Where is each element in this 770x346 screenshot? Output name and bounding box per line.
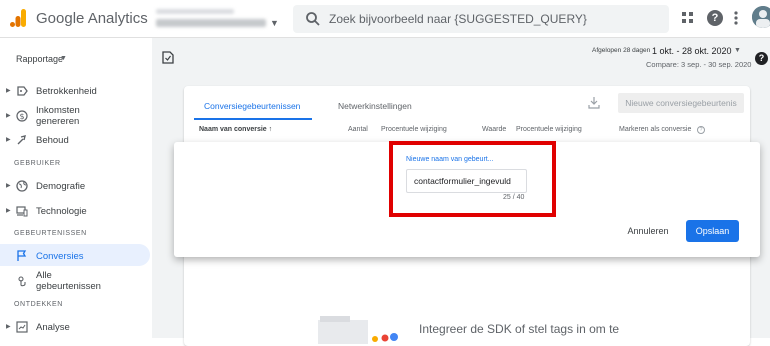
tab-conversiegebeurtenissen[interactable]: Conversiegebeurtenissen: [204, 101, 300, 111]
compare-date-range: Compare: 3 sep. - 30 sep. 2020: [646, 60, 752, 69]
apps-icon[interactable]: [682, 12, 694, 24]
analysis-icon: [16, 321, 28, 333]
column-header-value[interactable]: Waarde: [482, 126, 506, 133]
devices-icon: [16, 206, 28, 217]
sidebar-item-behoud[interactable]: ▶ Behoud: [0, 133, 150, 147]
search-icon: [306, 12, 320, 26]
column-header-count[interactable]: Aantal: [348, 126, 368, 133]
retention-icon: [17, 135, 26, 145]
new-conversion-event-button[interactable]: Nieuwe conversiegebeurtenis: [618, 93, 744, 113]
section-title-gebeurtenissen: GEBEURTENISSEN: [14, 230, 87, 237]
section-title-gebruiker: GEBRUIKER: [14, 160, 61, 167]
expand-arrow-icon[interactable]: ▶: [6, 323, 11, 330]
sidebar-item-alle-gebeurtenissen[interactable]: Alle gebeurtenissen: [0, 269, 150, 293]
expand-arrow-icon[interactable]: ▶: [6, 207, 11, 214]
search-input[interactable]: Zoek bijvoorbeeld naar {SUGGESTED_QUERY}: [293, 5, 669, 33]
sidebar-item-technologie[interactable]: ▶ Technologie: [0, 204, 150, 218]
product-title: Google Analytics: [36, 10, 148, 27]
touch-icon: [18, 276, 26, 287]
sort-ascending-icon: ↑: [268, 126, 273, 133]
sidebar-item-analyse[interactable]: ▶ Analyse: [0, 320, 150, 334]
chevron-down-icon[interactable]: ▼: [734, 47, 741, 54]
sidebar-item-label: Betrokkenheid: [36, 86, 97, 97]
help-icon[interactable]: ?: [755, 52, 768, 65]
sidebar-item-conversies[interactable]: Conversies: [0, 249, 150, 263]
svg-text:$: $: [19, 112, 24, 121]
report-select[interactable]: Rapportage: [16, 54, 63, 64]
sidebar-item-label: Alle gebeurtenissen: [36, 270, 101, 292]
expand-arrow-icon[interactable]: ▶: [6, 87, 11, 94]
cancel-button[interactable]: Annuleren: [622, 222, 674, 240]
help-outline-icon[interactable]: ?: [697, 126, 705, 134]
report-icon[interactable]: [162, 51, 174, 64]
tab-netwerkinstellingen[interactable]: Netwerkinstellingen: [338, 101, 412, 111]
column-header-value-percent-change[interactable]: Procentuele wijziging: [516, 126, 582, 133]
highlight-annotation-box: [389, 141, 556, 217]
sidebar-item-label: Inkomsten genereren: [36, 105, 80, 127]
date-range-label: Afgelopen 28 dagen: [592, 47, 651, 54]
expand-arrow-icon[interactable]: ▶: [6, 182, 11, 189]
empty-state-text: Integreer de SDK of stel tags in om te: [419, 322, 620, 336]
sidebar: Rapportage ▼ ▶ Betrokkenheid ▶ $ Inkomst…: [0, 38, 152, 338]
account-switcher[interactable]: [152, 5, 282, 33]
monetization-icon: $: [16, 110, 28, 122]
sidebar-item-label: Conversies: [36, 251, 84, 262]
more-vert-icon[interactable]: [734, 10, 738, 26]
sidebar-item-label: Analyse: [36, 322, 70, 333]
sidebar-item-inkomsten[interactable]: ▶ $ Inkomsten genereren: [0, 104, 150, 128]
globe-icon: [16, 180, 28, 192]
engagement-icon: [17, 86, 28, 96]
sidebar-item-demografie[interactable]: ▶ Demografie: [0, 179, 150, 193]
download-icon[interactable]: [588, 96, 600, 109]
column-header-name[interactable]: Naam van conversie ↑: [199, 126, 272, 133]
column-header-percent-change[interactable]: Procentuele wijziging: [381, 126, 447, 133]
sidebar-item-label: Demografie: [36, 181, 86, 192]
top-app-bar: Google Analytics ▼ Zoek bijvoorbeeld naa…: [0, 0, 770, 38]
column-header-mark-as-conversion[interactable]: Markeren als conversie: [619, 126, 691, 133]
expand-arrow-icon[interactable]: ▶: [6, 112, 11, 119]
help-icon[interactable]: ?: [707, 10, 723, 26]
empty-state-illustration: [318, 316, 398, 344]
save-button[interactable]: Opslaan: [686, 220, 739, 242]
sidebar-item-label: Technologie: [36, 206, 87, 217]
analytics-logo-icon[interactable]: [10, 9, 26, 27]
active-tab-indicator: [194, 118, 312, 120]
sidebar-item-label: Behoud: [36, 135, 69, 146]
avatar[interactable]: [752, 6, 770, 28]
chevron-down-icon[interactable]: ▼: [270, 18, 279, 28]
sidebar-item-betrokkenheid[interactable]: ▶ Betrokkenheid: [0, 84, 150, 98]
search-placeholder: Zoek bijvoorbeeld naar {SUGGESTED_QUERY}: [329, 12, 587, 26]
expand-arrow-icon[interactable]: ▶: [6, 136, 11, 143]
section-title-ontdekken: ONTDEKKEN: [14, 301, 63, 308]
date-range-picker[interactable]: 1 okt. - 28 okt. 2020: [652, 46, 732, 56]
caret-down-icon[interactable]: ▼: [60, 55, 67, 62]
flag-icon: [17, 250, 27, 261]
